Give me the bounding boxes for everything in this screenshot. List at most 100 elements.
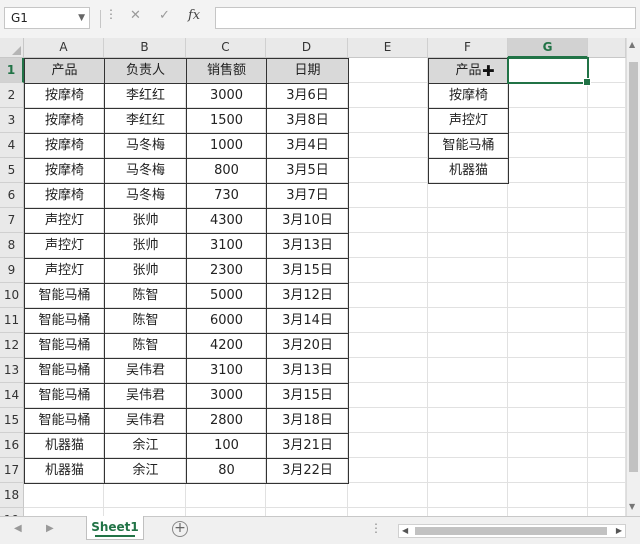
row-header-9[interactable]: 9 [0, 258, 24, 283]
grid-cell[interactable] [428, 383, 508, 408]
column-header-a[interactable]: A [24, 38, 104, 58]
table-cell[interactable]: 马冬梅 [104, 158, 187, 184]
table-cell[interactable]: 3000 [186, 383, 267, 409]
grid-cell[interactable] [588, 133, 626, 158]
grid-cell[interactable] [348, 83, 428, 108]
table-cell[interactable]: 3月15日 [266, 258, 349, 284]
table-cell[interactable]: 陈智 [104, 308, 187, 334]
grid-cell[interactable] [588, 383, 626, 408]
column-header-d[interactable]: D [266, 38, 348, 58]
grid-cell[interactable] [588, 483, 626, 508]
table-cell[interactable]: 智能马桶 [24, 283, 105, 309]
row-header-16[interactable]: 16 [0, 433, 24, 458]
table-cell[interactable]: 李红红 [104, 83, 187, 109]
row-header-18[interactable]: 18 [0, 483, 24, 508]
grid-cell[interactable] [508, 483, 588, 508]
grid-cell[interactable] [508, 83, 588, 108]
table-cell[interactable]: 3月13日 [266, 358, 349, 384]
table-cell[interactable]: 按摩椅 [24, 183, 105, 209]
table-cell[interactable]: 吴伟君 [104, 408, 187, 434]
cancel-icon[interactable]: ✕ [130, 8, 141, 23]
name-box[interactable]: G1 ▼ [4, 7, 90, 29]
row-header-15[interactable]: 15 [0, 408, 24, 433]
grid-cell[interactable] [348, 258, 428, 283]
grid-cell[interactable] [508, 208, 588, 233]
grid-cell[interactable] [428, 333, 508, 358]
table-cell[interactable]: 张帅 [104, 208, 187, 234]
grid-cell[interactable] [186, 483, 266, 508]
grid-cell[interactable] [348, 358, 428, 383]
table-cell[interactable]: 按摩椅 [24, 83, 105, 109]
table-cell[interactable]: 智能马桶 [24, 408, 105, 434]
grid-cell[interactable] [428, 433, 508, 458]
table-cell[interactable]: 4300 [186, 208, 267, 234]
table-header-cell[interactable]: 负责人 [104, 58, 187, 84]
grid-cell[interactable] [348, 208, 428, 233]
row-header-13[interactable]: 13 [0, 358, 24, 383]
row-header-10[interactable]: 10 [0, 283, 24, 308]
table-cell[interactable]: 3月4日 [266, 133, 349, 159]
table-cell[interactable]: 3月20日 [266, 333, 349, 359]
table-cell[interactable]: 3000 [186, 83, 267, 109]
scroll-down-icon[interactable]: ▼ [629, 502, 635, 511]
grid-cell[interactable] [508, 158, 588, 183]
grid-cell[interactable] [348, 133, 428, 158]
grid-cell[interactable] [428, 308, 508, 333]
more-options-icon[interactable]: ⋮ [105, 7, 117, 21]
grid-cell[interactable] [428, 458, 508, 483]
column-header-f[interactable]: F [428, 38, 508, 58]
grid-cell[interactable] [348, 458, 428, 483]
fill-handle[interactable] [583, 78, 591, 86]
grid-cell[interactable] [348, 333, 428, 358]
grid-cell[interactable] [428, 408, 508, 433]
table-cell[interactable]: 1500 [186, 108, 267, 134]
insert-function-icon[interactable]: fx [188, 8, 200, 23]
tab-splitter-icon[interactable]: ⋮ [370, 521, 382, 535]
grid-cell[interactable] [348, 183, 428, 208]
table-cell[interactable]: 智能马桶 [24, 333, 105, 359]
formula-input[interactable] [215, 7, 636, 29]
table-cell[interactable]: 3100 [186, 233, 267, 259]
table-cell[interactable]: 3月7日 [266, 183, 349, 209]
select-all-corner[interactable] [0, 38, 24, 58]
grid-cell[interactable] [266, 483, 348, 508]
table-cell[interactable]: 3月15日 [266, 383, 349, 409]
grid-cell[interactable] [348, 283, 428, 308]
grid-cell[interactable] [348, 158, 428, 183]
grid-cell[interactable] [348, 433, 428, 458]
table-cell[interactable]: 马冬梅 [104, 183, 187, 209]
grid-cell[interactable] [508, 358, 588, 383]
table-cell[interactable]: 4200 [186, 333, 267, 359]
table-cell[interactable]: 80 [186, 458, 267, 484]
grid-cell[interactable] [428, 483, 508, 508]
row-header-4[interactable]: 4 [0, 133, 24, 158]
row-header-5[interactable]: 5 [0, 158, 24, 183]
table-cell[interactable]: 智能马桶 [24, 358, 105, 384]
grid-cell[interactable] [508, 458, 588, 483]
table-cell[interactable]: 吴伟君 [104, 358, 187, 384]
grid-cell[interactable] [508, 133, 588, 158]
horizontal-scrollbar[interactable]: ◀ ▶ [398, 524, 626, 538]
grid-cell[interactable] [508, 333, 588, 358]
table-cell[interactable]: 张帅 [104, 233, 187, 259]
column-header-g[interactable]: G [508, 38, 588, 58]
grid-cell[interactable] [588, 208, 626, 233]
side-list-header[interactable]: 产品 [428, 58, 509, 84]
previous-sheet-icon[interactable]: ◀ [14, 523, 22, 534]
grid-cell[interactable] [348, 108, 428, 133]
table-cell[interactable]: 按摩椅 [24, 158, 105, 184]
row-header-8[interactable]: 8 [0, 233, 24, 258]
grid-cell[interactable] [588, 258, 626, 283]
grid-cell[interactable] [588, 283, 626, 308]
grid-cell[interactable] [104, 483, 186, 508]
table-cell[interactable]: 2800 [186, 408, 267, 434]
side-list-item[interactable]: 智能马桶 [428, 133, 509, 159]
grid-cell[interactable] [24, 483, 104, 508]
row-header-12[interactable]: 12 [0, 333, 24, 358]
grid-cell[interactable] [588, 183, 626, 208]
table-cell[interactable]: 100 [186, 433, 267, 459]
table-cell[interactable]: 3月12日 [266, 283, 349, 309]
column-header-c[interactable]: C [186, 38, 266, 58]
grid-cell[interactable] [428, 233, 508, 258]
table-cell[interactable]: 3100 [186, 358, 267, 384]
